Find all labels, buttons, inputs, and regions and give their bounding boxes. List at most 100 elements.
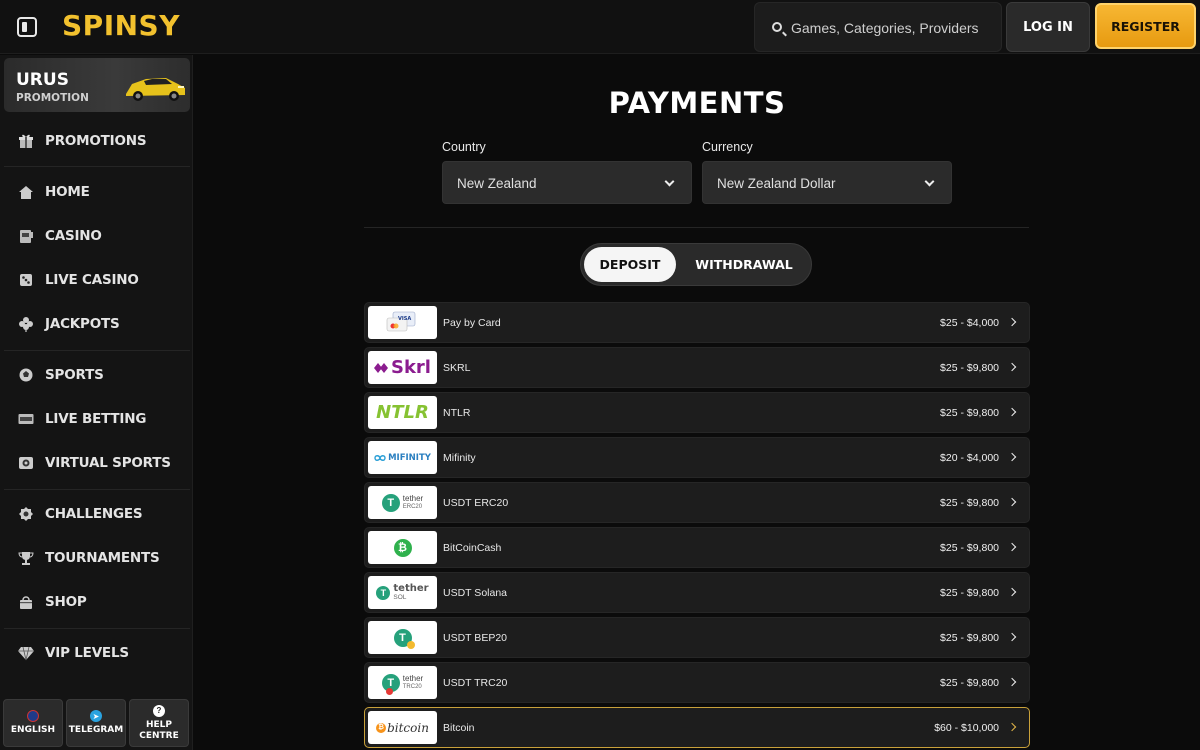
sidebar: URUS PROMOTION PROMOTIONS HOME CASINO LI…	[0, 55, 193, 750]
payment-name: BitCoinCash	[443, 542, 502, 554]
bag-icon	[18, 594, 34, 610]
tether-erc20-logo: T tether ERC20	[368, 486, 437, 519]
tether-text: tether	[393, 582, 429, 594]
payment-range: $25 - $9,800	[940, 542, 999, 554]
tether-sub: ERC20	[402, 503, 423, 510]
bitcoincash-logo: ₿	[368, 531, 437, 564]
telegram-button[interactable]: ➤ TELEGRAM	[66, 699, 126, 747]
sidebar-item-vip-levels[interactable]: VIP LEVELS	[0, 633, 192, 673]
chevron-right-icon	[1007, 542, 1017, 552]
country-value: New Zealand	[457, 176, 537, 191]
site-logo[interactable]: SPINSY	[62, 9, 180, 42]
live-icon	[18, 411, 34, 427]
country-select[interactable]: New Zealand	[442, 161, 692, 204]
tether-sub: TRC20	[402, 683, 422, 690]
sidebar-divider	[4, 350, 190, 351]
skrl-logo: Skrl	[368, 351, 437, 384]
tether-icon: T	[393, 628, 415, 649]
diamond-icon	[18, 645, 34, 661]
search-icon	[772, 22, 782, 32]
tether-text: tether	[402, 673, 424, 683]
search-box[interactable]	[754, 2, 1002, 52]
badge-icon	[18, 506, 34, 522]
chevron-right-icon	[1007, 722, 1017, 732]
login-button[interactable]: LOG IN	[1006, 2, 1090, 52]
sidebar-item-virtual-sports[interactable]: VIRTUAL SPORTS	[0, 443, 192, 483]
mifinity-text: MIFINITY	[388, 452, 431, 463]
payment-name: Pay by Card	[443, 317, 501, 329]
payment-range: $25 - $9,800	[940, 407, 999, 419]
sidebar-toggle-icon[interactable]	[17, 17, 37, 37]
sidebar-item-sports[interactable]: SPORTS	[0, 355, 192, 395]
dice-icon	[18, 272, 34, 288]
chevron-down-icon	[924, 176, 935, 187]
sidebar-item-challenges[interactable]: CHALLENGES	[0, 494, 192, 534]
sidebar-item-label: TOURNAMENTS	[45, 550, 160, 566]
sidebar-item-home[interactable]: HOME	[0, 172, 192, 212]
sidebar-item-label: PROMOTIONS	[45, 133, 147, 149]
chevron-down-icon	[664, 176, 675, 187]
sidebar-item-label: LIVE BETTING	[45, 411, 147, 427]
car-image	[126, 78, 185, 101]
payment-name: Bitcoin	[443, 722, 475, 734]
payment-name: USDT BEP20	[443, 632, 507, 644]
promo-title: URUS	[16, 70, 69, 90]
payment-method-row[interactable]: Skrl SKRL $25 - $9,800	[364, 347, 1030, 388]
tether-text: tether	[402, 493, 424, 503]
tether-icon: T	[381, 493, 400, 512]
sidebar-item-live-casino[interactable]: LIVE CASINO	[0, 260, 192, 300]
urus-promotion-banner[interactable]: URUS PROMOTION	[4, 58, 190, 112]
section-divider	[364, 227, 1029, 228]
currency-value: New Zealand Dollar	[717, 176, 836, 191]
payment-range: $25 - $9,800	[940, 587, 999, 599]
payment-method-row[interactable]: ₿ bitcoin Bitcoin $60 - $10,000	[364, 707, 1030, 748]
language-label: ENGLISH	[10, 725, 56, 735]
sidebar-item-live-betting[interactable]: LIVE BETTING	[0, 399, 192, 439]
sidebar-item-label: SHOP	[45, 594, 87, 610]
top-header: SPINSY LOG IN REGISTER	[0, 0, 1200, 54]
help-icon: ?	[153, 704, 165, 717]
tether-sol-logo: T tether SOL	[368, 576, 437, 609]
register-button[interactable]: REGISTER	[1095, 3, 1196, 49]
sidebar-item-promotions[interactable]: PROMOTIONS	[0, 121, 192, 161]
bitcoin-text: bitcoin	[387, 720, 429, 735]
payment-method-row[interactable]: VISA Pay by Card $25 - $4,000	[364, 302, 1030, 343]
help-centre-button[interactable]: ? HELP CENTRE	[129, 699, 189, 747]
payment-range: $25 - $9,800	[940, 632, 999, 644]
payment-method-row[interactable]: NTLR NTLR $25 - $9,800	[364, 392, 1030, 433]
payment-name: USDT ERC20	[443, 497, 509, 509]
tab-deposit[interactable]: DEPOSIT	[584, 247, 676, 282]
payment-method-row[interactable]: T tether TRC20 USDT TRC20 $25 - $9,800	[364, 662, 1030, 703]
telegram-icon: ➤	[90, 710, 102, 722]
chevron-right-icon	[1007, 497, 1017, 507]
tab-withdrawal[interactable]: WITHDRAWAL	[681, 247, 807, 282]
payment-method-row[interactable]: T tether SOL USDT Solana $25 - $9,800	[364, 572, 1030, 613]
bitcoin-logo: ₿ bitcoin	[368, 711, 437, 744]
mifinity-logo: MIFINITY	[368, 441, 437, 474]
sidebar-item-label: VIP LEVELS	[45, 645, 129, 661]
payment-method-row[interactable]: T USDT BEP20 $25 - $9,800	[364, 617, 1030, 658]
skrl-text: Skrl	[391, 357, 431, 378]
language-button[interactable]: ENGLISH	[3, 699, 63, 747]
clover-icon	[18, 316, 34, 332]
sidebar-item-jackpots[interactable]: JACKPOTS	[0, 304, 192, 344]
chevron-right-icon	[1007, 317, 1017, 327]
currency-select[interactable]: New Zealand Dollar	[702, 161, 952, 204]
promo-subtitle: PROMOTION	[16, 92, 89, 104]
bitcoincash-icon: ₿	[393, 538, 412, 557]
payment-method-row[interactable]: T tether ERC20 USDT ERC20 $25 - $9,800	[364, 482, 1030, 523]
sidebar-item-label: SPORTS	[45, 367, 104, 383]
payment-name: NTLR	[443, 407, 471, 419]
sidebar-item-casino[interactable]: CASINO	[0, 216, 192, 256]
payment-range: $25 - $9,800	[940, 497, 999, 509]
sidebar-item-label: VIRTUAL SPORTS	[45, 455, 171, 471]
payment-method-row[interactable]: ₿ BitCoinCash $25 - $9,800	[364, 527, 1030, 568]
card-logo: VISA	[368, 306, 437, 339]
search-input[interactable]	[791, 17, 991, 39]
payment-method-row[interactable]: MIFINITY Mifinity $20 - $4,000	[364, 437, 1030, 478]
chevron-right-icon	[1007, 632, 1017, 642]
trophy-icon	[18, 550, 34, 566]
sidebar-item-shop[interactable]: SHOP	[0, 582, 192, 622]
chevron-right-icon	[1007, 677, 1017, 687]
sidebar-item-tournaments[interactable]: TOURNAMENTS	[0, 538, 192, 578]
